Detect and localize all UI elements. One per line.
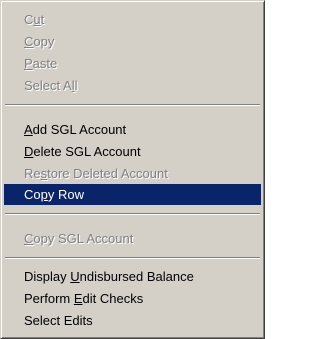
menu-item-copy-row[interactable]: Copy Row (4, 184, 261, 205)
menu-item-mnemonic: E (73, 291, 83, 306)
menu-item-perform-edit-checks[interactable]: Perform Edit Checks (4, 288, 261, 309)
menu-item-label: aste (32, 56, 58, 71)
menu-item-label: t (40, 12, 45, 27)
menu-item-label: C (24, 12, 34, 27)
menu-item-mnemonic: P (24, 56, 33, 71)
menu-item-label: opy (33, 34, 55, 49)
menu-item-mnemonic: C (24, 34, 34, 49)
menu-item-label: Co (24, 187, 41, 202)
menu-separator (5, 104, 260, 106)
menu-separator (5, 213, 260, 215)
menu-item-select-all: Select All (4, 75, 261, 96)
menu-item-add-sgl-account[interactable]: Add SGL Account (4, 119, 261, 140)
menu-item-mnemonic: D (24, 144, 34, 159)
menu-item-mnemonic: A (24, 122, 33, 137)
menu-item-label: Display (24, 269, 71, 284)
menu-item-copy-sgl-account: Copy SGL Account (4, 228, 261, 249)
menu-item-label: l (74, 78, 78, 93)
menu-item-cut: Cut (4, 9, 261, 30)
menu-separator (5, 257, 260, 259)
menu-item-label: dd SGL Account (32, 122, 127, 137)
menu-item-paste: Paste (4, 53, 261, 74)
menu-item-label: tore Deleted Account (47, 166, 168, 181)
menu-item-label: elete SGL Account (33, 144, 141, 159)
menu-item-display-undisbursed-balance[interactable]: Display Undisbursed Balance (4, 266, 261, 287)
menu-item-delete-sgl-account[interactable]: Delete SGL Account (4, 141, 261, 162)
menu-item-label: Select Edits (24, 313, 93, 328)
menu-item-restore-deleted-account: Restore Deleted Account (4, 163, 261, 184)
menu-item-label: Re (24, 166, 41, 181)
menu-item-label: Select A (24, 78, 72, 93)
menu-item-mnemonic: U (70, 269, 80, 284)
menu-item-label: y Row (47, 187, 84, 202)
menu-item-select-edits[interactable]: Select Edits (4, 310, 261, 331)
menu-item-label: opy SGL Account (33, 231, 134, 246)
menu-item-copy: Copy (4, 31, 261, 52)
context-menu: Cut Copy Paste Select All Add SGL Accoun… (0, 0, 265, 339)
menu-item-mnemonic: p (40, 187, 48, 202)
menu-item-label: dit Checks (82, 291, 144, 306)
menu-item-label: Perform (24, 291, 74, 306)
menu-item-mnemonic: C (24, 231, 34, 246)
menu-item-mnemonic: u (33, 12, 41, 27)
menu-item-label: ndisbursed Balance (79, 269, 194, 284)
